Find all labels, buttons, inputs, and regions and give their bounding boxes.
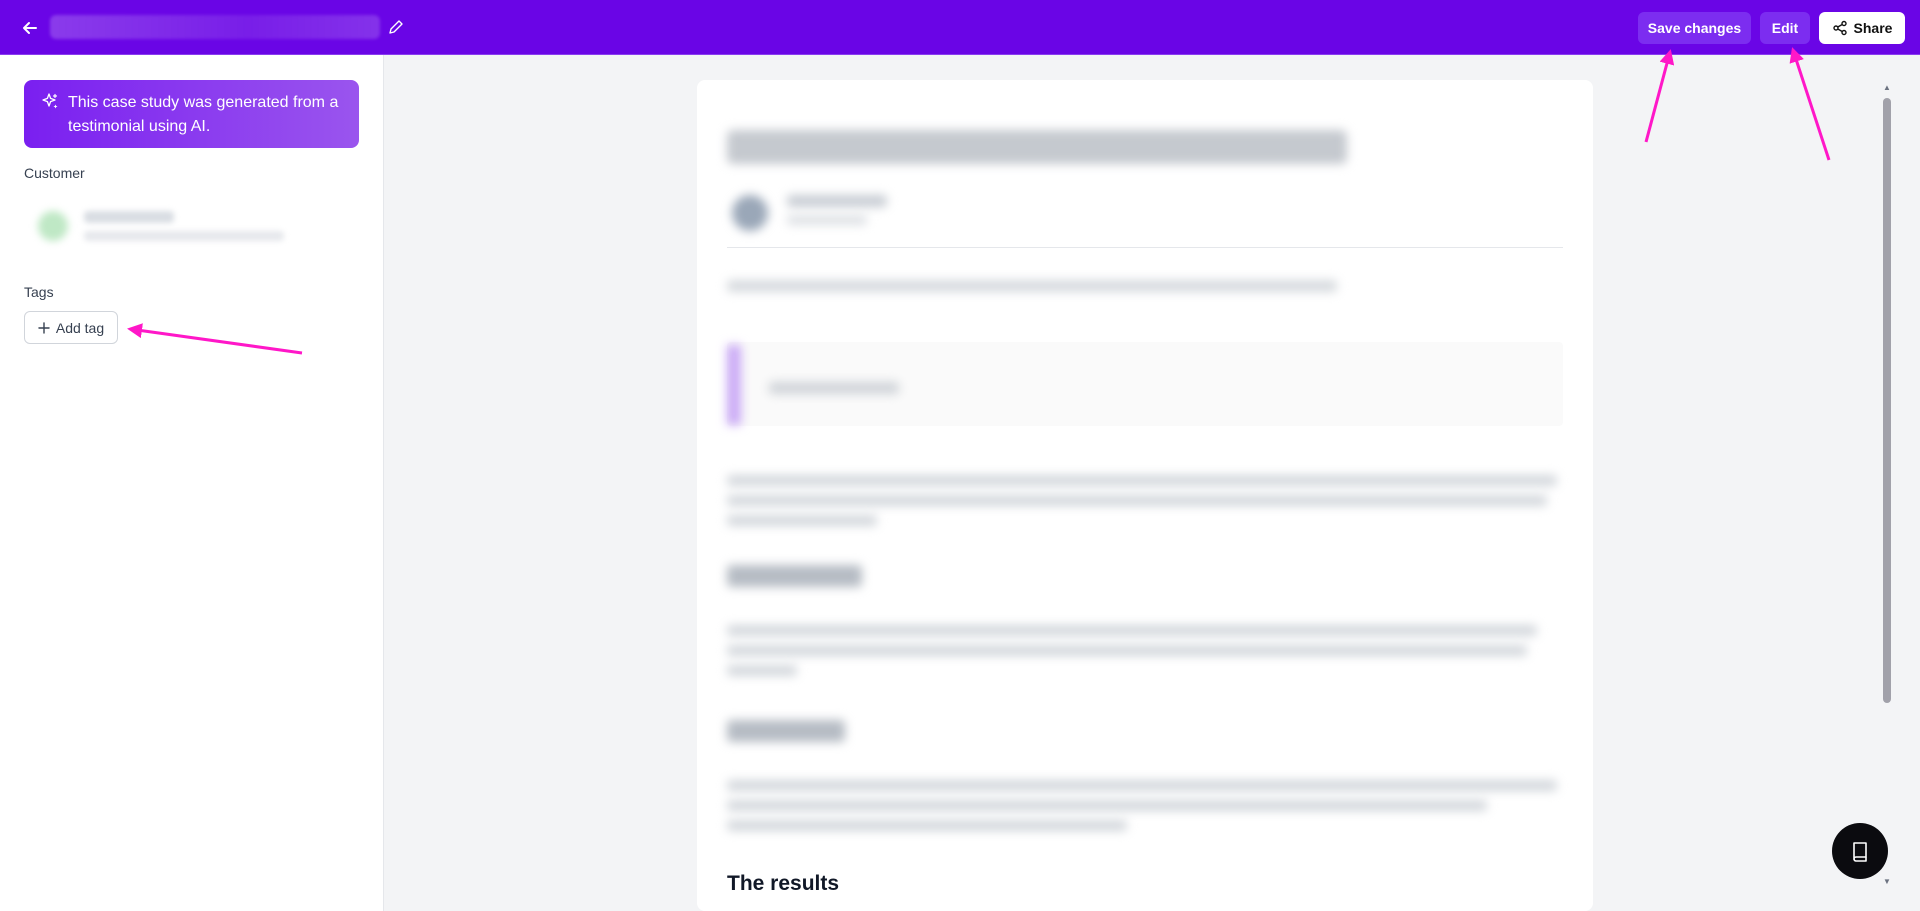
paragraph-line — [727, 665, 797, 676]
paragraph-line — [727, 515, 877, 526]
section-heading-blurred — [727, 565, 862, 587]
add-tag-button[interactable]: Add tag — [24, 311, 118, 344]
top-bar: Save changes Edit Share — [0, 0, 1920, 55]
annotation-arrow-edit — [1789, 47, 1831, 161]
intro-text-blurred — [727, 280, 1337, 292]
author-avatar — [732, 195, 768, 231]
help-docs-button[interactable] — [1832, 823, 1888, 879]
edit-title-button[interactable] — [387, 18, 405, 36]
save-changes-button[interactable]: Save changes — [1638, 12, 1751, 44]
tags-label: Tags — [24, 284, 54, 300]
results-heading: The results — [727, 872, 840, 895]
annotation-arrow-save — [1644, 49, 1675, 143]
author-role-blurred — [787, 215, 867, 225]
add-tag-label: Add tag — [55, 319, 105, 336]
customer-card-blurred[interactable] — [24, 193, 359, 263]
ai-generated-banner: This case study was generated from a tes… — [24, 80, 359, 148]
ai-banner-text: This case study was generated from a tes… — [68, 94, 339, 135]
quote-text-blurred — [769, 382, 899, 394]
document-scrollbar[interactable]: ▲ ▼ — [1881, 80, 1893, 886]
share-label: Share — [1853, 20, 1893, 36]
customer-name-blurred — [84, 211, 174, 223]
scrollbar-thumb[interactable] — [1883, 98, 1891, 703]
share-icon — [1832, 20, 1847, 36]
paragraph-line — [727, 780, 1557, 791]
customer-label: Customer — [24, 165, 85, 181]
header-divider — [727, 247, 1563, 248]
sidebar: This case study was generated from a tes… — [0, 55, 384, 911]
document-title-blurred — [727, 130, 1347, 164]
customer-details-blurred — [84, 231, 284, 241]
paragraph-line — [727, 800, 1487, 811]
author-name-blurred — [787, 195, 887, 207]
share-button[interactable]: Share — [1819, 12, 1905, 44]
sparkles-icon — [42, 93, 58, 109]
quote-accent-bar — [727, 345, 741, 425]
plus-icon — [38, 321, 50, 334]
paragraph-line — [727, 495, 1547, 506]
case-study-document: The results — [697, 80, 1593, 911]
paragraph-line — [727, 475, 1557, 486]
section-heading-blurred — [727, 720, 845, 742]
book-icon — [1853, 842, 1867, 862]
edit-button[interactable]: Edit — [1760, 12, 1810, 44]
case-study-title-blurred[interactable] — [50, 15, 380, 39]
scroll-down-arrow-icon[interactable]: ▼ — [1883, 877, 1891, 886]
paragraph-line — [727, 645, 1527, 656]
back-button[interactable] — [18, 16, 42, 40]
scroll-up-arrow-icon[interactable]: ▲ — [1883, 83, 1891, 92]
customer-avatar — [38, 211, 68, 241]
arrow-left-icon — [23, 22, 37, 34]
paragraph-line — [727, 820, 1127, 831]
paragraph-line — [727, 625, 1537, 636]
pencil-icon — [389, 20, 403, 34]
